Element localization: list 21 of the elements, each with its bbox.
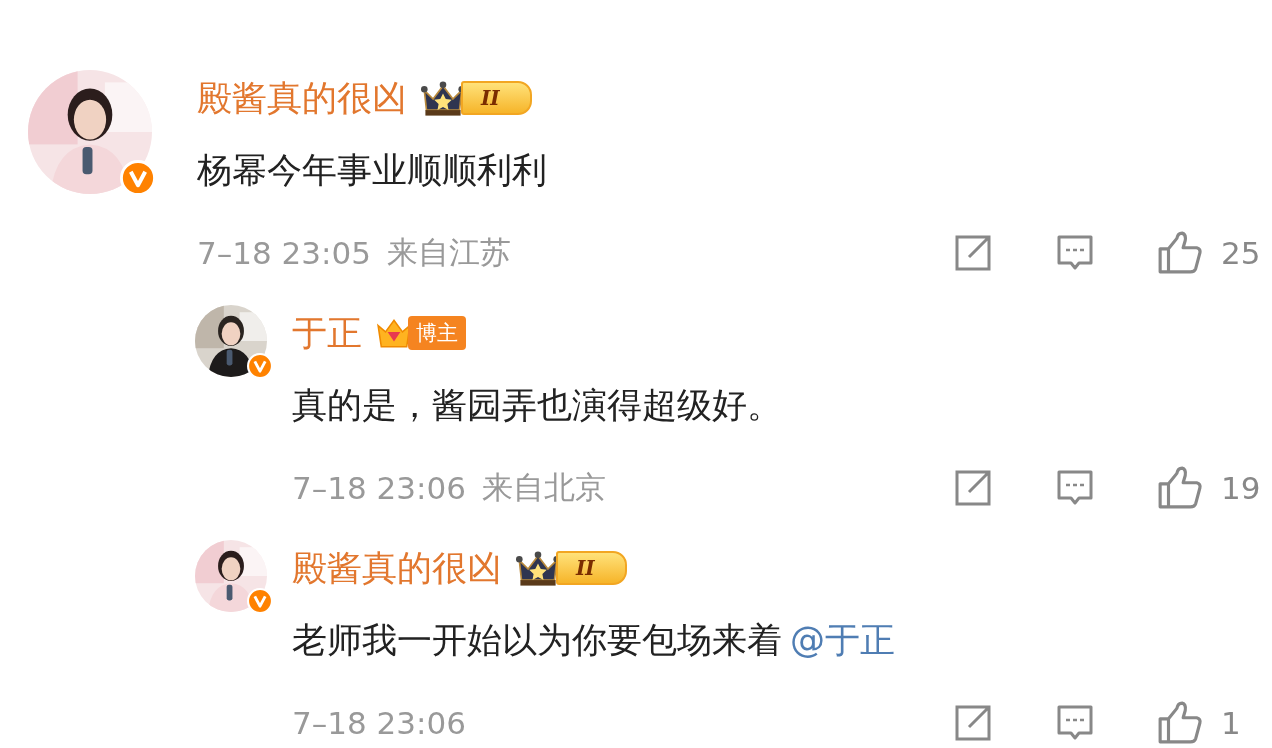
username[interactable]: 于正 bbox=[292, 309, 362, 357]
like-count: 25 bbox=[1221, 235, 1261, 271]
comment-time: 7–18 23:06 bbox=[292, 470, 466, 506]
comment-text: 老师我一开始以为你要包场来着 @于正 bbox=[292, 619, 896, 662]
mention-link[interactable]: @于正 bbox=[790, 620, 895, 660]
comment-time: 7–18 23:05 bbox=[197, 235, 371, 271]
like-icon[interactable] bbox=[1157, 465, 1203, 511]
like-icon[interactable] bbox=[1157, 230, 1203, 276]
like-icon[interactable] bbox=[1157, 700, 1203, 746]
comment-text: 杨幂今年事业顺顺利利 bbox=[197, 149, 548, 192]
share-icon[interactable] bbox=[953, 233, 993, 273]
like-count: 1 bbox=[1221, 705, 1241, 741]
comment-location: 来自江苏 bbox=[386, 233, 511, 272]
comment-text: 真的是，酱园弄也演得超级好。 bbox=[292, 384, 783, 427]
comment-location: 来自北京 bbox=[481, 468, 606, 507]
username[interactable]: 殿酱真的很凶 bbox=[292, 544, 502, 592]
share-icon[interactable] bbox=[953, 468, 993, 508]
like-count: 19 bbox=[1221, 470, 1261, 506]
username[interactable]: 殿酱真的很凶 bbox=[197, 74, 407, 122]
comment-time: 7–18 23:06 bbox=[292, 705, 466, 741]
share-icon[interactable] bbox=[953, 703, 993, 743]
